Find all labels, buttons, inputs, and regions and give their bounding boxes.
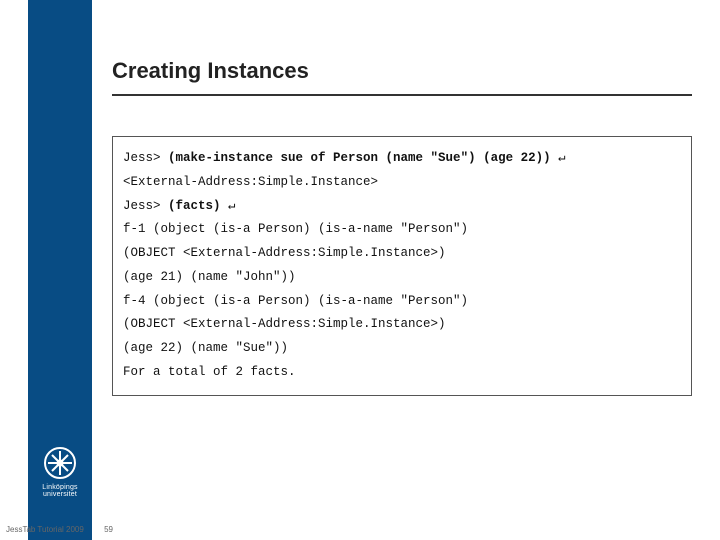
university-logo: Linköpings universitet bbox=[28, 446, 92, 498]
page-number: 59 bbox=[104, 525, 113, 534]
code-line: Jess> (facts) ↵ bbox=[123, 199, 236, 213]
code-line: <External-Address:Simple.Instance> bbox=[123, 175, 378, 189]
seal-icon bbox=[43, 446, 77, 480]
code-box: Jess> (make-instance sue of Person (name… bbox=[112, 136, 692, 396]
content-area: Creating Instances Jess> (make-instance … bbox=[112, 58, 692, 396]
code-line: (age 21) (name "John")) bbox=[123, 270, 296, 284]
slide-title: Creating Instances bbox=[112, 58, 692, 96]
footer: JessTab Tutorial 2009 59 bbox=[6, 525, 113, 534]
logo-text: Linköpings universitet bbox=[28, 484, 92, 498]
code-line: For a total of 2 facts. bbox=[123, 365, 296, 379]
code-line: Jess> (make-instance sue of Person (name… bbox=[123, 151, 566, 165]
code-line: f-4 (object (is-a Person) (is-a-name "Pe… bbox=[123, 294, 468, 308]
code-line: f-1 (object (is-a Person) (is-a-name "Pe… bbox=[123, 222, 468, 236]
slide: Creating Instances Jess> (make-instance … bbox=[0, 0, 720, 540]
footer-text: JessTab Tutorial 2009 bbox=[6, 525, 84, 534]
code-line: (OBJECT <External-Address:Simple.Instanc… bbox=[123, 246, 446, 260]
code-line: (age 22) (name "Sue")) bbox=[123, 341, 288, 355]
code-line: (OBJECT <External-Address:Simple.Instanc… bbox=[123, 317, 446, 331]
